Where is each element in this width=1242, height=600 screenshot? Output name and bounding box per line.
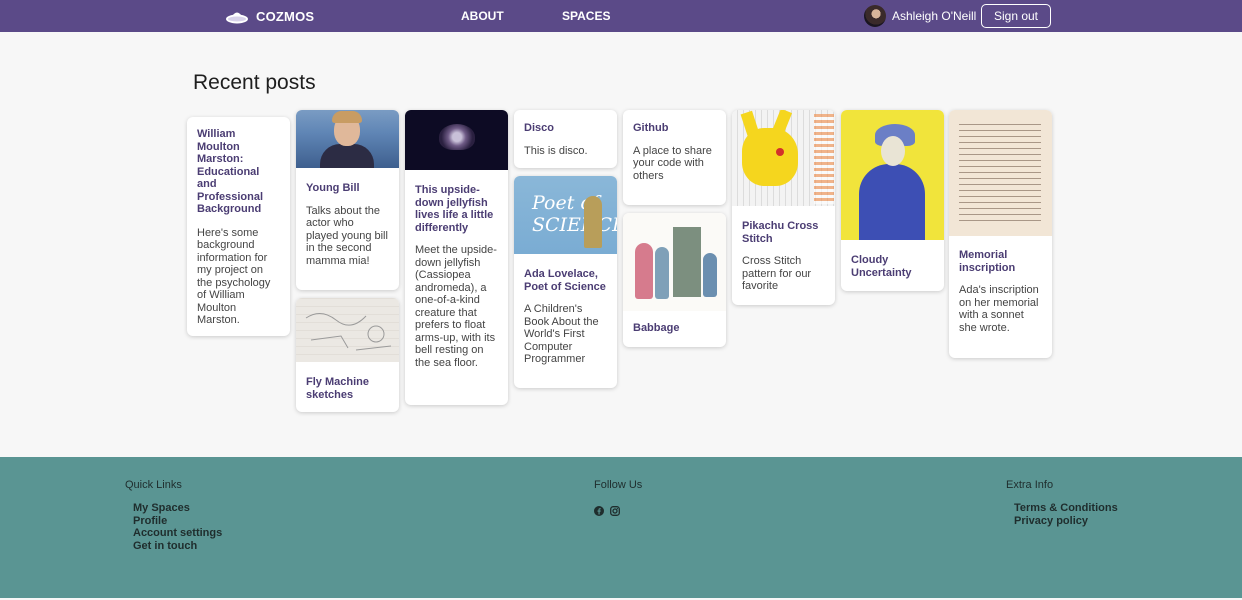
page-title: Recent posts [193,71,316,94]
cloudy-illustration-image [841,110,944,240]
post-title: This upside-down jellyfish lives life a … [415,184,494,234]
footer-link-privacy[interactable]: Privacy policy [1014,515,1088,528]
post-title: Pikachu Cross Stitch [742,220,819,245]
post-title: Ada Lovelace, Poet of Science [524,268,606,293]
footer-link-terms[interactable]: Terms & Conditions [1014,502,1118,515]
post-description: Talks about the actor who played young b… [306,204,388,267]
post-card-memorial[interactable]: Memorial inscription Ada's inscription o… [949,110,1052,358]
nav-spaces-link[interactable]: SPACES [562,9,610,23]
post-title: Fly Machine sketches [306,376,369,401]
post-card-babbage[interactable]: Babbage [623,213,726,347]
top-navbar: COZMOS ABOUT SPACES Ashleigh O'Neill Sig… [0,0,1242,32]
pikachu-pattern-image [732,110,835,206]
footer-link-get-in-touch[interactable]: Get in touch [133,540,197,553]
quick-links-heading: Quick Links [125,479,182,491]
post-description: A Children's Book About the World's Firs… [524,303,599,365]
post-card-ada-lovelace[interactable]: Poet of SCIENCE Ada Lovelace, Poet of Sc… [514,176,617,388]
nav-about-link[interactable]: ABOUT [461,9,504,23]
brand-name: COZMOS [256,8,315,24]
facebook-icon[interactable] [594,503,604,516]
footer-link-my-spaces[interactable]: My Spaces [133,502,190,515]
ada-book-cover-image: Poet of SCIENCE [514,176,617,254]
post-description: Meet the upside-down jellyfish (Cassiope… [415,244,497,369]
post-card-pikachu[interactable]: Pikachu Cross Stitch Cross Stitch patter… [732,110,835,305]
post-description: This is disco. [524,144,588,157]
extra-info-heading: Extra Info [1006,479,1054,491]
young-bill-image [296,110,399,168]
post-title: Disco [524,122,554,134]
post-description: Ada's inscription on her memorial with a… [959,284,1039,334]
footer-link-account-settings[interactable]: Account settings [133,527,222,540]
follow-us-heading: Follow Us [594,479,643,491]
instagram-icon[interactable] [610,503,620,516]
post-title: Babbage [633,322,680,334]
post-description: Here's some background information for m… [197,226,271,327]
sketches-image [296,298,399,362]
footer-link-profile[interactable]: Profile [133,515,167,528]
post-title: Memorial inscription [959,249,1016,274]
sign-out-button[interactable]: Sign out [981,4,1051,28]
post-card-young-bill[interactable]: Young Bill Talks about the actor who pla… [296,110,399,290]
avatar[interactable] [864,5,886,27]
memorial-inscription-image [949,110,1052,236]
jellyfish-image [405,110,508,170]
user-profile[interactable]: Ashleigh O'Neill [864,5,976,27]
sketch-lines-icon [305,313,392,351]
social-links [594,503,620,516]
post-card-github[interactable]: Github A place to share your code with o… [623,110,726,205]
book-cover-title: Poet of SCIENCE [532,192,617,236]
babbage-illustration-image [623,213,726,311]
post-card-cloudy[interactable]: Cloudy Uncertainty [841,110,944,291]
post-description: A place to share your code with others [633,144,712,182]
brand-logo[interactable]: COZMOS [225,6,314,26]
post-title: Cloudy Uncertainty [851,254,912,279]
post-description: Cross Stitch pattern for our favorite [742,255,812,292]
post-card-fly-machine[interactable]: Fly Machine sketches [296,298,399,412]
post-title: Github [633,122,669,134]
post-card-jellyfish[interactable]: This upside-down jellyfish lives life a … [405,110,508,405]
ufo-logo-icon [226,12,248,24]
post-card-marston[interactable]: William Moulton Marston: Educational and… [187,117,290,336]
post-title: William Moulton Marston: Educational and… [197,128,264,215]
post-title: Young Bill [306,182,360,194]
post-card-disco[interactable]: Disco This is disco. [514,110,617,168]
user-name: Ashleigh O'Neill [892,9,977,23]
